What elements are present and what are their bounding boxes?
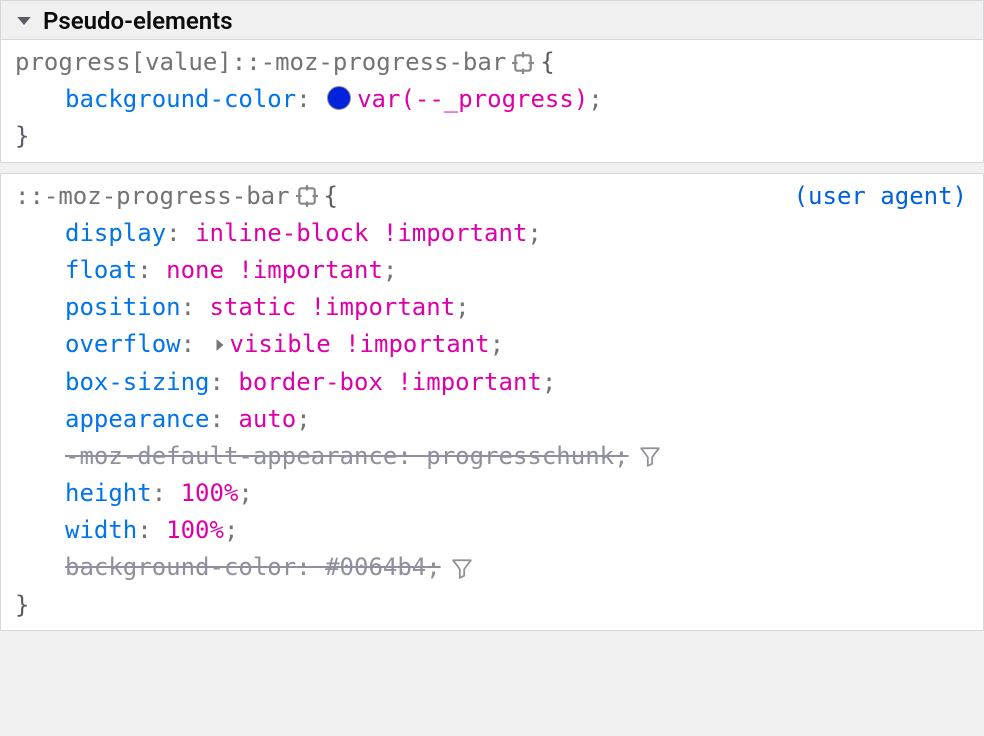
selector-line[interactable]: progress[value]::-moz-progress-bar { bbox=[15, 44, 971, 81]
prop-value[interactable]: static !important bbox=[210, 289, 456, 326]
open-brace: { bbox=[324, 178, 338, 215]
prop-name[interactable]: float bbox=[65, 252, 137, 289]
prop-value[interactable]: var(--_progress) bbox=[357, 81, 588, 118]
filter-icon[interactable] bbox=[639, 445, 661, 467]
css-declaration[interactable]: background-color: #0064b4; bbox=[15, 549, 971, 586]
css-declaration[interactable]: height: 100%; bbox=[15, 475, 971, 512]
section-title: Pseudo-elements bbox=[43, 7, 233, 35]
prop-name[interactable]: position bbox=[65, 289, 181, 326]
prop-name[interactable]: overflow bbox=[65, 326, 181, 363]
css-declaration[interactable]: width: 100%; bbox=[15, 512, 971, 549]
css-declaration[interactable]: appearance: auto; bbox=[15, 401, 971, 438]
styles-panel: Pseudo-elements progress[value]::-moz-pr… bbox=[0, 0, 984, 736]
prop-value[interactable]: border-box !important bbox=[238, 364, 541, 401]
stylesheet-source[interactable]: (user agent) bbox=[794, 178, 971, 215]
selector-text[interactable]: ::-moz-progress-bar bbox=[15, 178, 290, 215]
prop-value[interactable]: inline-block !important bbox=[195, 215, 527, 252]
prop-value[interactable]: #0064b4 bbox=[325, 549, 426, 586]
prop-name[interactable]: width bbox=[65, 512, 137, 549]
prop-name[interactable]: -moz-default-appearance bbox=[65, 438, 397, 475]
prop-name[interactable]: appearance bbox=[65, 401, 210, 438]
prop-value[interactable]: auto bbox=[238, 401, 296, 438]
prop-value[interactable]: progresschunk bbox=[426, 438, 614, 475]
filter-icon[interactable] bbox=[451, 557, 473, 579]
css-declaration[interactable]: overflow: visible !important; bbox=[15, 326, 971, 363]
selector-line[interactable]: ::-moz-progress-bar { (user agent) bbox=[15, 178, 971, 215]
open-brace: { bbox=[540, 44, 554, 81]
prop-value[interactable]: visible !important bbox=[230, 326, 490, 363]
selector-text[interactable]: progress[value]::-moz-progress-bar bbox=[15, 44, 506, 81]
section-header-pseudo-elements[interactable]: Pseudo-elements bbox=[0, 0, 984, 40]
prop-name[interactable]: box-sizing bbox=[65, 364, 210, 401]
css-declaration[interactable]: float: none !important; bbox=[15, 252, 971, 289]
prop-value[interactable]: none !important bbox=[166, 252, 383, 289]
css-declaration[interactable]: display: inline-block !important; bbox=[15, 215, 971, 252]
css-declaration[interactable]: position: static !important; bbox=[15, 289, 971, 326]
close-brace: } bbox=[15, 587, 971, 624]
prop-value[interactable]: 100% bbox=[166, 512, 224, 549]
css-declaration[interactable]: background-color: var(--_progress); bbox=[15, 81, 971, 118]
color-swatch[interactable] bbox=[327, 86, 351, 110]
prop-value[interactable]: 100% bbox=[181, 475, 239, 512]
css-rule-block[interactable]: progress[value]::-moz-progress-bar { bac… bbox=[0, 40, 984, 163]
css-rule-block[interactable]: ::-moz-progress-bar { (user agent) displ… bbox=[0, 173, 984, 631]
prop-name[interactable]: height bbox=[65, 475, 152, 512]
prop-name[interactable]: display bbox=[65, 215, 166, 252]
css-declaration[interactable]: -moz-default-appearance: progresschunk; bbox=[15, 438, 971, 475]
css-declaration[interactable]: box-sizing: border-box !important; bbox=[15, 364, 971, 401]
close-brace: } bbox=[15, 118, 971, 155]
select-element-icon[interactable] bbox=[512, 52, 534, 74]
chevron-down-icon bbox=[15, 12, 33, 30]
prop-name[interactable]: background-color bbox=[65, 81, 296, 118]
prop-name[interactable]: background-color bbox=[65, 549, 296, 586]
select-element-icon[interactable] bbox=[296, 185, 318, 207]
expand-shorthand-icon[interactable] bbox=[210, 338, 230, 352]
